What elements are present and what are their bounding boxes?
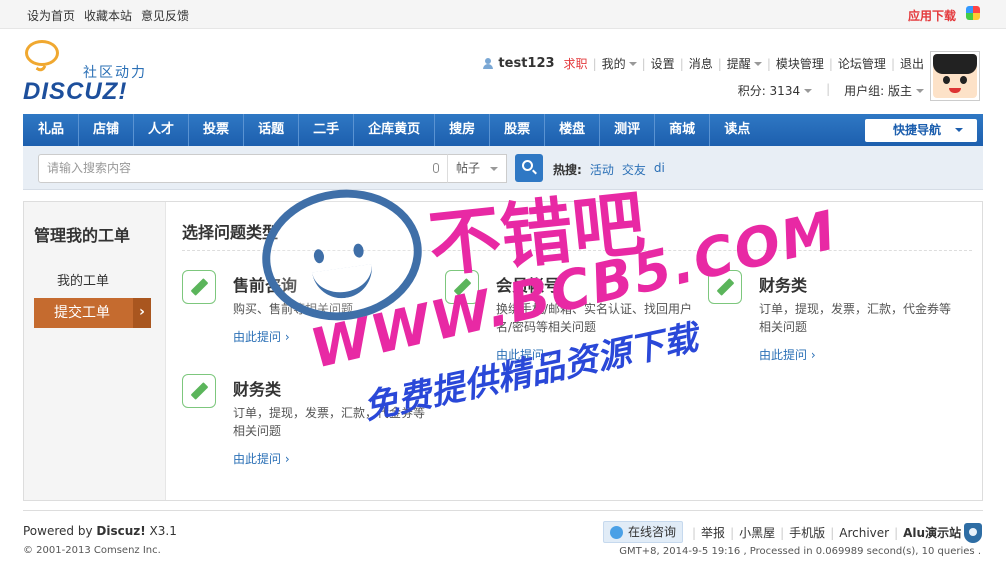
ask-link[interactable]: 由此提问 › [759, 346, 816, 363]
nav-item-reviews[interactable]: 测评 [600, 114, 656, 146]
user-icon [483, 58, 494, 69]
nav-item-gifts[interactable]: 礼品 [23, 114, 80, 146]
discuz-link[interactable]: Discuz! [96, 524, 145, 538]
category-name: 财务类 [233, 380, 282, 399]
site-link[interactable]: Alu演示站 [903, 524, 961, 541]
bookmark-link[interactable]: 收藏本站 [84, 7, 132, 24]
chevron-down-icon [804, 89, 813, 97]
search-bar: 请输入搜索内容 帖子 热搜: 活动 交友 di [23, 146, 983, 190]
chevron-down-icon [628, 62, 637, 70]
ticket-sidebar: 管理我的工单 我的工单 提交工单 › [24, 202, 166, 500]
hot-searches: 热搜: 活动 交友 di [553, 161, 665, 178]
quick-nav-button[interactable]: 快捷导航 [865, 119, 977, 142]
category-card: 售前咨询 购买、售前等相关问题 由此提问 › [182, 270, 432, 360]
edit-icon [182, 374, 216, 408]
app-download-link[interactable]: 应用下载 [908, 7, 956, 24]
microphone-icon[interactable] [433, 163, 439, 173]
category-desc: 购买、售前等相关问题 [233, 302, 354, 316]
nav-item-housing[interactable]: 搜房 [435, 114, 491, 146]
main-nav: 礼品 店铺 人才 投票 话题 二手 企库黄页 搜房 股票 楼盘 测评 商城 读点… [23, 114, 983, 146]
nav-item-vote[interactable]: 投票 [189, 114, 245, 146]
nav-item-stocks[interactable]: 股票 [490, 114, 546, 146]
nav-item-property[interactable]: 楼盘 [545, 114, 601, 146]
set-homepage-link[interactable]: 设为首页 [27, 7, 75, 24]
feedback-link[interactable]: 意见反馈 [141, 7, 189, 24]
app-icon[interactable] [966, 6, 980, 20]
edit-icon [708, 270, 742, 304]
module-admin-link[interactable]: 模块管理 [776, 55, 824, 72]
hot-tag[interactable]: di [654, 161, 665, 178]
blacklist-link[interactable]: 小黑屋 [739, 524, 775, 541]
nav-item-shops[interactable]: 店铺 [79, 114, 135, 146]
reminders-menu[interactable]: 提醒 [727, 55, 762, 72]
nav-item-mall[interactable]: 商城 [655, 114, 711, 146]
category-name: 财务类 [759, 276, 808, 295]
top-bar: 设为首页 收藏本站 意见反馈 应用下载 [0, 0, 1006, 29]
report-link[interactable]: 举报 [701, 524, 725, 541]
ask-link[interactable]: 由此提问 › [496, 346, 553, 363]
chevron-down-icon [490, 167, 498, 175]
ticket-panel: 管理我的工单 我的工单 提交工单 › 选择问题类型 售前咨询 购买、售前等相关问题… [23, 201, 983, 501]
edit-icon [445, 270, 479, 304]
category-desc: 订单，提现，发票，汇款，代金券等相关问题 [759, 302, 952, 334]
avatar[interactable] [930, 51, 980, 101]
shield-icon[interactable] [964, 523, 982, 543]
category-card: 财务类 订单，提现，发票，汇款，代金券等相关问题 由此提问 › [182, 374, 432, 467]
search-input[interactable]: 请输入搜索内容 [38, 154, 448, 183]
divider [182, 250, 972, 251]
category-desc: 订单，提现，发票，汇款，代金券等相关问题 [233, 406, 426, 438]
edit-icon [182, 270, 216, 304]
search-type-select[interactable]: 帖子 [447, 154, 507, 183]
chevron-right-icon: › [133, 298, 151, 328]
my-menu[interactable]: 我的 [602, 55, 637, 72]
processing-info: GMT+8, 2014-9-5 19:16 , Processed in 0.0… [619, 546, 981, 557]
nav-item-yellowpages[interactable]: 企库黄页 [354, 114, 436, 146]
search-icon [522, 160, 533, 171]
footer-divider [23, 510, 983, 511]
username-link[interactable]: test123 [498, 56, 554, 71]
site-logo[interactable]: 社区动力 DISCUZ! [23, 40, 163, 110]
chevron-down-icon [916, 89, 924, 97]
logout-link[interactable]: 退出 [900, 55, 924, 72]
chevron-down-icon [955, 128, 963, 136]
points-menu[interactable]: 积分: 3134 [738, 82, 813, 99]
chat-icon [610, 526, 623, 539]
category-card: 财务类 订单，提现，发票，汇款，代金券等相关问题 由此提问 › [708, 270, 958, 363]
top-links: 设为首页 收藏本站 意见反馈 [27, 7, 189, 24]
forum-admin-link[interactable]: 论坛管理 [838, 55, 886, 72]
logo-en-text: DISCUZ! [23, 78, 128, 105]
nav-item-topics[interactable]: 话题 [244, 114, 300, 146]
copyright: © 2001-2013 Comsenz Inc. [23, 545, 161, 556]
messages-link[interactable]: 消息 [689, 55, 713, 72]
category-name: 售前咨询 [233, 276, 298, 295]
hot-tag[interactable]: 交友 [622, 161, 646, 178]
page-title: 选择问题类型 [182, 223, 279, 242]
logo-bubble-icon [25, 40, 59, 66]
hot-tag[interactable]: 活动 [590, 161, 614, 178]
usergroup-menu[interactable]: 用户组: 版主 [844, 82, 924, 99]
category-name: 会员帐号 [496, 276, 561, 295]
chevron-down-icon [753, 62, 762, 70]
mobile-link[interactable]: 手机版 [789, 524, 825, 541]
nav-item-talent[interactable]: 人才 [134, 114, 190, 146]
nav-item-reading[interactable]: 读点 [710, 114, 764, 146]
user-stats: 积分: 3134 | 用户组: 版主 [738, 82, 924, 99]
my-tickets-link[interactable]: 我的工单 [57, 270, 109, 289]
search-button[interactable] [515, 154, 543, 182]
settings-link[interactable]: 设置 [651, 55, 675, 72]
job-link[interactable]: 求职 [564, 55, 588, 72]
ask-link[interactable]: 由此提问 › [233, 450, 290, 467]
category-desc: 换绑手机/邮箱、实名认证、找回用户名/密码等相关问题 [496, 302, 693, 334]
user-bar: test123 求职 | 我的 | 设置 | 消息 | 提醒 | 模块管理 | … [483, 55, 924, 72]
sidebar-title: 管理我的工单 [34, 226, 131, 245]
ask-link[interactable]: 由此提问 › [233, 328, 290, 345]
powered-by: Powered by Discuz! X3.1 [23, 524, 177, 538]
category-card: 会员帐号 换绑手机/邮箱、实名认证、找回用户名/密码等相关问题 由此提问 › [445, 270, 695, 363]
archiver-link[interactable]: Archiver [839, 526, 889, 540]
submit-ticket-button[interactable]: 提交工单 › [34, 298, 151, 328]
online-consult-button[interactable]: 在线咨询 [603, 521, 683, 543]
nav-item-secondhand[interactable]: 二手 [299, 114, 355, 146]
footer-links: | 举报 | 小黑屋 | 手机版 | Archiver | Alu演示站 [692, 524, 962, 541]
